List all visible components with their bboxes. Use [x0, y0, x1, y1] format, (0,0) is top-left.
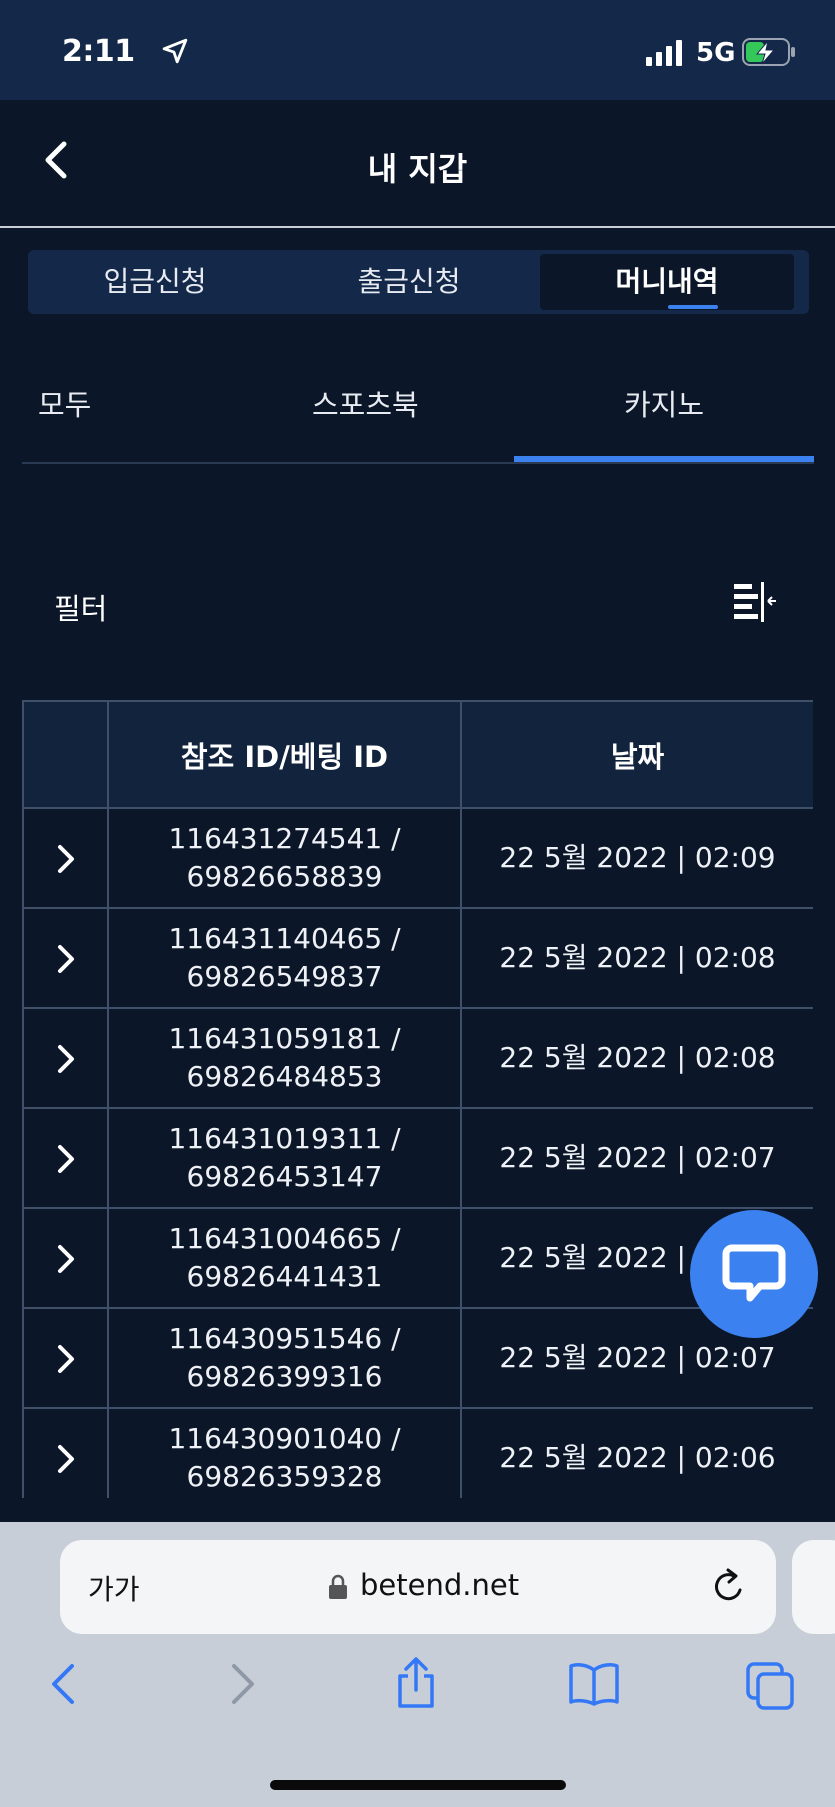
subtab-casino[interactable]: 카지노 [624, 382, 704, 424]
expand-row-button[interactable] [22, 1407, 109, 1498]
filter-icon [734, 582, 776, 622]
chevron-right-icon [57, 1145, 74, 1173]
battery-charging-icon [742, 38, 796, 70]
ref-bet-id-cell: 116431059181 / 69826484853 [107, 1007, 462, 1109]
active-tab-indicator [668, 305, 718, 309]
table-row[interactable]: 116431140465 / 69826549837 22 5월 2022 | 02… [22, 907, 813, 1009]
history-table: 참조 ID/베팅 ID 날짜 116431274541 / 69826658839… [22, 700, 813, 1498]
app-header: 내 지갑 [0, 100, 835, 228]
bet-id: 69826359328 [186, 1460, 383, 1493]
signal-icon [646, 40, 686, 70]
wallet-segment-tabs: 입금신청 출금신청 머니내역 [28, 250, 809, 314]
bet-id: 69826453147 [186, 1160, 383, 1193]
ref-id: 116431059181 / [168, 1022, 401, 1055]
ref-bet-id-cell: 116431274541 / 69826658839 [107, 807, 462, 909]
filter-label: 필터 [54, 592, 108, 626]
ref-id: 116431019311 / [168, 1122, 401, 1155]
expand-row-button[interactable] [22, 1007, 109, 1109]
chat-bubble-icon [722, 1244, 786, 1302]
lock-icon [328, 1574, 348, 1604]
location-arrow-icon [162, 38, 188, 68]
expand-row-button[interactable] [22, 1107, 109, 1209]
status-time: 2:11 [62, 34, 135, 69]
tab-withdraw-request[interactable]: 출금신청 [282, 254, 536, 310]
expand-row-button[interactable] [22, 807, 109, 909]
ref-id: 116430901040 / [168, 1422, 401, 1455]
bookmarks-button[interactable] [568, 1662, 620, 1710]
bet-id: 69826658839 [186, 860, 383, 893]
ref-bet-id-cell: 116431140465 / 69826549837 [107, 907, 462, 1009]
table-row[interactable]: 116431274541 / 69826658839 22 5월 2022 | 02… [22, 807, 813, 909]
table-row[interactable]: 116430901040 / 69826359328 22 5월 2022 | 02… [22, 1407, 813, 1498]
chevron-right-icon [57, 1245, 74, 1273]
table-row[interactable]: 116431059181 / 69826484853 22 5월 2022 | 02… [22, 1007, 813, 1109]
ref-id: 116431140465 / [168, 922, 401, 955]
home-indicator [270, 1780, 566, 1790]
tabs-button[interactable] [746, 1662, 794, 1714]
date-cell: 22 5월 2022 | 02:07 [460, 1107, 813, 1209]
text-size-button[interactable]: 가가 [88, 1568, 140, 1608]
tabs-icon [746, 1662, 794, 1710]
ref-bet-id-cell: 116431019311 / 69826453147 [107, 1107, 462, 1209]
table-row[interactable]: 116430951546 /69826399316 22 5월 2022 | 02… [22, 1307, 813, 1409]
chevron-right-icon [57, 945, 74, 973]
table-row[interactable]: 116431019311 / 69826453147 22 5월 2022 | 02… [22, 1107, 813, 1209]
status-bar: 2:11 5G [0, 0, 835, 100]
bet-id: 69826441431 [186, 1260, 383, 1293]
share-icon [398, 1657, 434, 1708]
column-header-date: 날짜 [460, 700, 813, 809]
expand-row-button[interactable] [22, 907, 109, 1009]
subtab-all[interactable]: 모두 [38, 382, 91, 424]
ref-bet-id-cell: 116431004665 / 69826441431 [107, 1207, 462, 1309]
chevron-left-icon [52, 1664, 74, 1704]
date-cell: 22 5월 2022 | 02:06 [460, 1407, 813, 1498]
date-cell: 22 5월 2022 | 02:08 [460, 1007, 813, 1109]
next-tab-peek[interactable] [792, 1540, 835, 1634]
date-cell: 22 5월 2022 | 02:08 [460, 907, 813, 1009]
chevron-right-icon [57, 1345, 74, 1373]
url-text: betend.net [360, 1568, 520, 1602]
reload-icon [714, 1568, 742, 1601]
date-cell: 22 5월 2022 | 02:09 [460, 807, 813, 909]
browser-forward-button[interactable] [228, 1662, 258, 1710]
chevron-right-icon [57, 1045, 74, 1073]
bet-id: 69826484853 [186, 1060, 383, 1093]
filter-button[interactable] [732, 580, 782, 630]
page-title: 내 지갑 [367, 150, 468, 188]
tab-money-history[interactable]: 머니내역 [540, 254, 794, 310]
reload-button[interactable] [710, 1566, 748, 1610]
ref-bet-id-cell: 116430901040 / 69826359328 [107, 1407, 462, 1498]
book-icon [569, 1663, 619, 1706]
subtab-sportsbook[interactable]: 스포츠북 [312, 382, 419, 424]
expand-row-button[interactable] [22, 1307, 109, 1409]
network-type: 5G [696, 38, 736, 68]
share-button[interactable] [394, 1656, 438, 1714]
active-subtab-indicator [514, 456, 814, 462]
category-tabs: 모두 스포츠북 카지노 [22, 370, 814, 464]
expand-row-button[interactable] [22, 1207, 109, 1309]
browser-toolbar: 가가 betend.net [0, 1522, 835, 1807]
ref-id: 116431274541 / [168, 822, 401, 855]
browser-back-button[interactable] [48, 1662, 78, 1710]
bet-id: 69826399316 [186, 1360, 383, 1393]
ref-bet-id-cell: 116430951546 / 69826399316 [107, 1307, 462, 1409]
bet-id: 69826549837 [186, 960, 383, 993]
ref-id: 116431004665 / [168, 1222, 401, 1255]
chevron-right-icon [57, 845, 74, 873]
table-header-row: 참조 ID/베팅 ID 날짜 [22, 700, 813, 809]
chevron-right-icon [232, 1664, 254, 1704]
column-header-ref-id: 참조 ID/베팅 ID [107, 700, 462, 809]
ref-id: 116430951546 / [168, 1322, 401, 1355]
chevron-right-icon [57, 1445, 74, 1473]
chat-button[interactable] [690, 1210, 818, 1338]
address-bar[interactable]: 가가 betend.net [60, 1540, 776, 1634]
tab-deposit-request[interactable]: 입금신청 [28, 254, 282, 310]
column-header-expand [22, 700, 109, 809]
